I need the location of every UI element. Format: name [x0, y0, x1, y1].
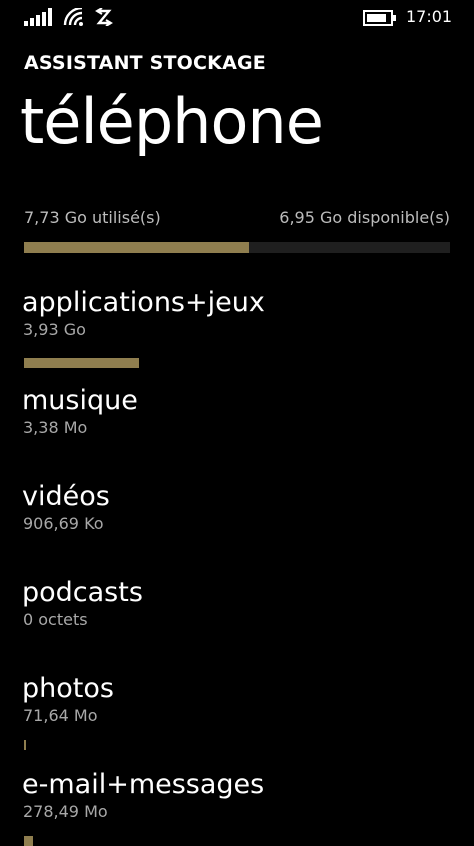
- category-name: musique: [22, 385, 138, 416]
- app-title: ASSISTANT STOCKAGE: [24, 52, 266, 74]
- category-name: applications+jeux: [22, 287, 265, 318]
- category-size: 0 octets: [23, 610, 88, 629]
- storage-usage-fill: [24, 242, 249, 253]
- roaming-icon: [95, 8, 113, 26]
- category-applications-games[interactable]: applications+jeux 3,93 Go: [22, 286, 452, 368]
- category-size: 3,93 Go: [23, 320, 86, 339]
- category-name: photos: [22, 673, 114, 704]
- used-storage-label: 7,73 Go utilisé(s): [24, 208, 161, 227]
- signal-strength-icon: [24, 8, 52, 26]
- clock-time: 17:01: [406, 7, 453, 26]
- page-title: téléphone: [20, 85, 324, 158]
- free-storage-label: 6,95 Go disponible(s): [279, 208, 450, 227]
- battery-icon: [363, 10, 396, 26]
- category-name: podcasts: [22, 577, 143, 608]
- category-size: 906,69 Ko: [23, 514, 104, 533]
- category-usage-bar: [24, 358, 139, 368]
- category-videos[interactable]: vidéos 906,69 Ko: [22, 480, 452, 534]
- category-usage-bar: [24, 836, 33, 846]
- category-name: vidéos: [22, 481, 110, 512]
- storage-usage-bar: [24, 242, 450, 253]
- category-usage-bar: [24, 740, 26, 750]
- category-photos[interactable]: photos 71,64 Mo: [22, 672, 452, 750]
- category-music[interactable]: musique 3,38 Mo: [22, 384, 452, 438]
- category-size: 278,49 Mo: [23, 802, 108, 821]
- status-bar: 17:01: [0, 0, 474, 34]
- category-size: 71,64 Mo: [23, 706, 98, 725]
- category-size: 3,38 Mo: [23, 418, 88, 437]
- category-email-messages[interactable]: e-mail+messages 278,49 Mo: [22, 768, 452, 846]
- category-podcasts[interactable]: podcasts 0 octets: [22, 576, 452, 630]
- wifi-icon: [63, 8, 83, 26]
- category-name: e-mail+messages: [22, 769, 265, 800]
